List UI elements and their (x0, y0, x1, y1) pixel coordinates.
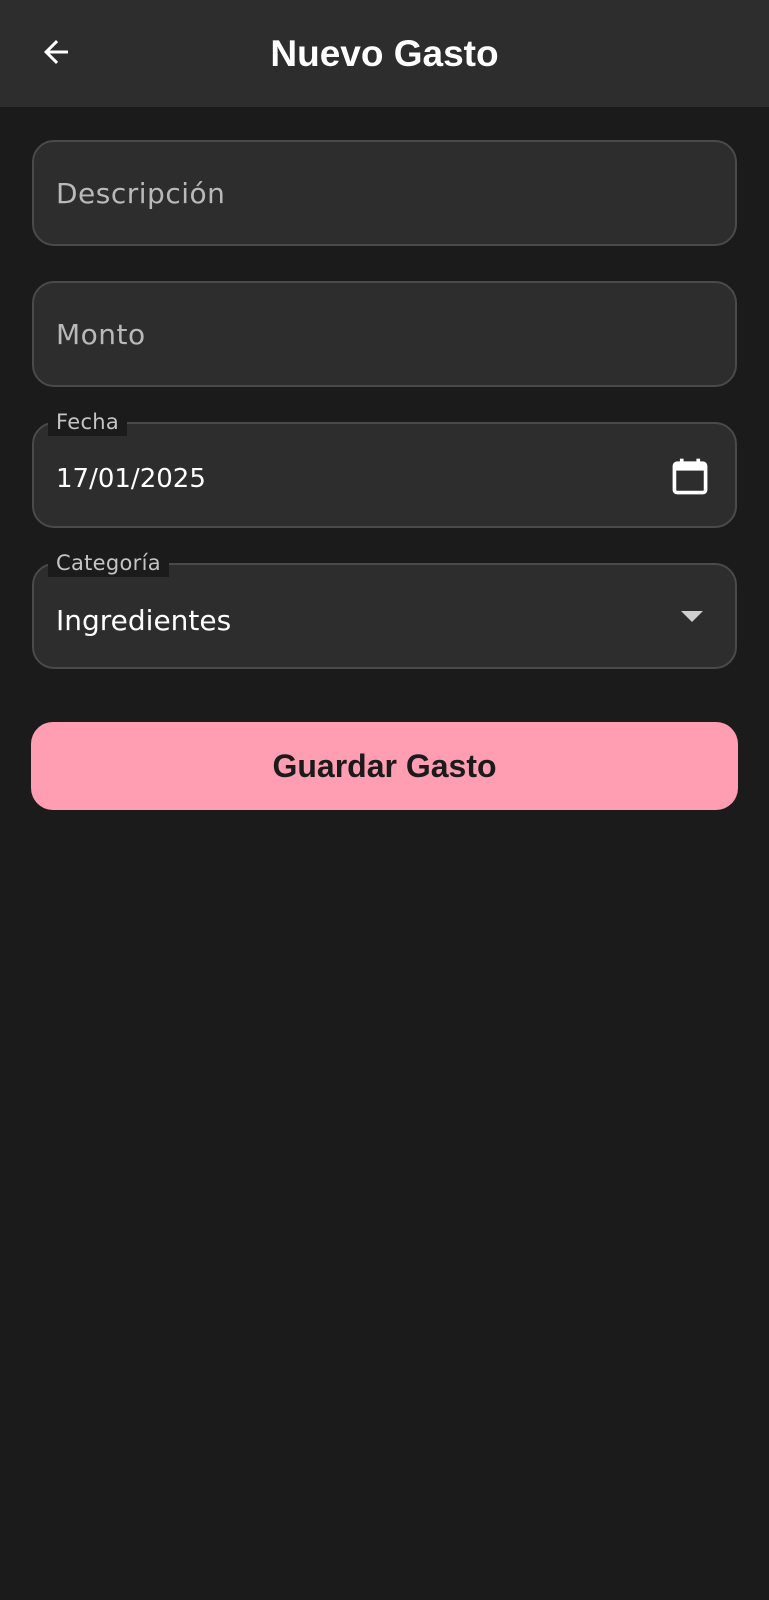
category-select[interactable]: Categoría Ingredientes (32, 549, 737, 669)
description-field[interactable] (32, 140, 737, 246)
category-value: Ingredientes (56, 603, 232, 637)
save-expense-button[interactable]: Guardar Gasto (31, 722, 738, 810)
amount-field[interactable] (32, 281, 737, 387)
amount-input[interactable] (56, 283, 696, 385)
description-input[interactable] (56, 142, 696, 244)
app-bar: Nuevo Gasto (0, 0, 769, 107)
date-value: 17/01/2025 (56, 464, 206, 494)
page-title: Nuevo Gasto (270, 33, 499, 74)
calendar-icon (672, 458, 708, 495)
date-field[interactable]: Fecha 17/01/2025 (32, 408, 737, 528)
dropdown-arrow-icon (681, 611, 703, 622)
calendar-button[interactable] (667, 454, 713, 500)
